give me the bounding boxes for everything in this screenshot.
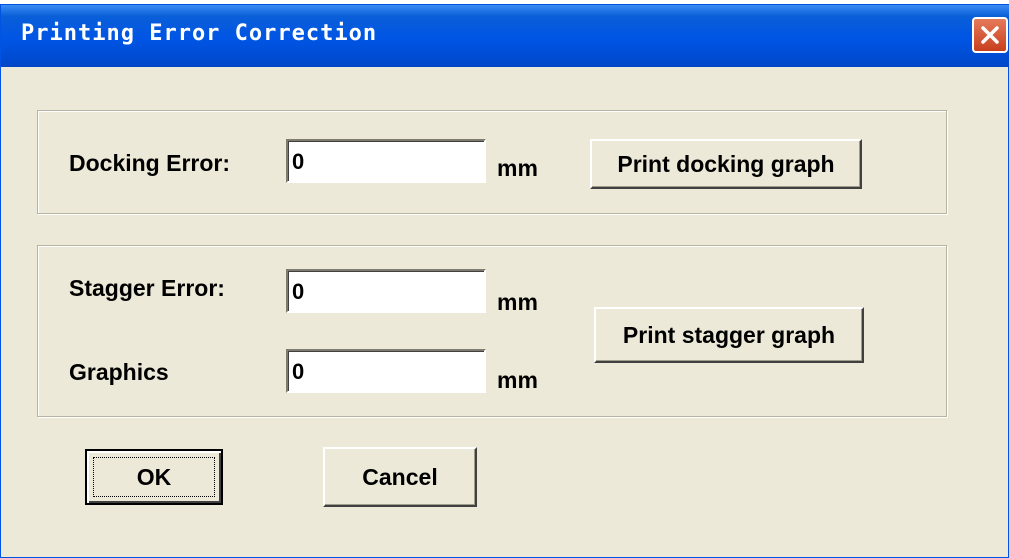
stagger-error-input[interactable]: 0	[286, 269, 486, 313]
title-bar[interactable]: Printing Error Correction	[1, 5, 1009, 67]
docking-error-unit: mm	[497, 155, 538, 181]
stagger-error-unit: mm	[497, 289, 538, 315]
stagger-error-label: Stagger Error:	[69, 275, 225, 301]
ok-button[interactable]: OK	[85, 449, 223, 505]
graphics-label: Graphics	[69, 359, 169, 385]
graphics-input[interactable]: 0	[286, 349, 486, 393]
print-docking-graph-button[interactable]: Print docking graph	[590, 139, 862, 189]
print-stagger-graph-button[interactable]: Print stagger graph	[594, 307, 864, 363]
docking-error-label: Docking Error:	[69, 150, 231, 176]
close-icon	[981, 26, 999, 44]
graphics-unit: mm	[497, 367, 538, 393]
cancel-button[interactable]: Cancel	[323, 447, 477, 507]
docking-error-input[interactable]: 0	[286, 139, 486, 183]
focus-ring	[93, 457, 215, 497]
dialog-window: Printing Error Correction Docking Error:…	[0, 4, 1009, 558]
window-title: Printing Error Correction	[21, 21, 378, 46]
close-button[interactable]	[972, 17, 1008, 53]
